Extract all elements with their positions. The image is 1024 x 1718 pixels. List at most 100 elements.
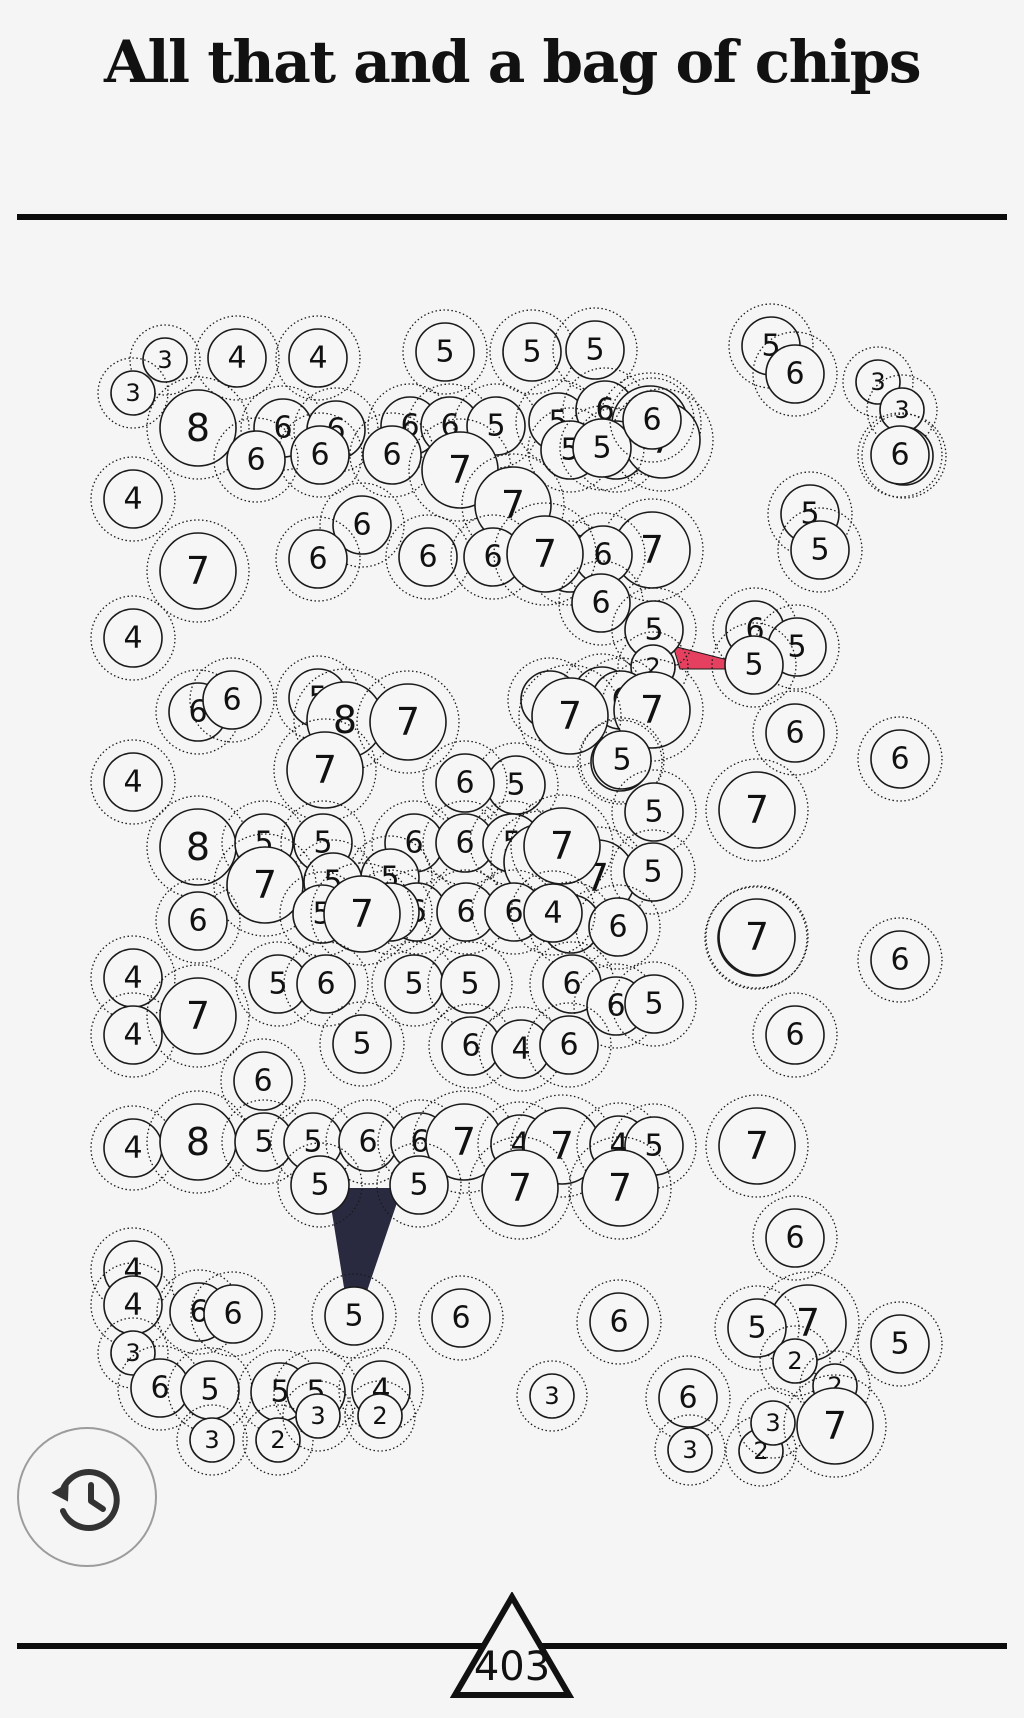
history-button[interactable] <box>17 1427 157 1567</box>
chip[interactable]: 5 <box>427 941 513 1027</box>
chip[interactable]: 4 <box>90 739 176 825</box>
chip[interactable]: 6 <box>752 992 838 1078</box>
chip[interactable]: 7 <box>783 1374 887 1478</box>
chip-value: 5 <box>810 533 829 568</box>
chip-value: 5 <box>310 1168 329 1203</box>
chip-value: 6 <box>358 1125 377 1160</box>
chip-value: 5 <box>344 1299 363 1334</box>
chip-value: 6 <box>890 943 909 978</box>
chip-value: 5 <box>592 431 611 466</box>
chip-value: 5 <box>644 795 663 830</box>
chip[interactable]: 3 <box>97 357 169 429</box>
chip-value: 3 <box>544 1382 559 1410</box>
chip-value: 6 <box>890 742 909 777</box>
chip-value: 6 <box>188 904 207 939</box>
chip[interactable]: 6 <box>752 1195 838 1281</box>
chip-value: 4 <box>227 341 246 376</box>
chip-value: 6 <box>642 403 661 438</box>
chip-value: 4 <box>123 1131 142 1166</box>
chip-value: 6 <box>609 1305 628 1340</box>
chip-value: 5 <box>409 1168 428 1203</box>
chip-value: 6 <box>382 438 401 473</box>
chip[interactable]: 4 <box>90 595 176 681</box>
chip-value: 2 <box>787 1347 802 1375</box>
chip[interactable]: 6 <box>190 1271 276 1357</box>
chip-value: 3 <box>125 379 140 407</box>
chip[interactable]: 5 <box>489 309 575 395</box>
chip-value: 5 <box>644 1129 663 1164</box>
chip-value: 5 <box>744 648 763 683</box>
chip[interactable]: 6 <box>283 941 369 1027</box>
chip[interactable]: 5 <box>311 1273 397 1359</box>
chip-value: 5 <box>404 967 423 1002</box>
chip[interactable]: 6 <box>418 1275 504 1361</box>
chip[interactable]: 6 <box>576 1279 662 1365</box>
chip-value: 7 <box>313 748 337 792</box>
chip-value: 4 <box>123 765 142 800</box>
chip-value: 6 <box>483 540 502 575</box>
chip-value: 6 <box>591 586 610 621</box>
chip-value: 6 <box>308 542 327 577</box>
chip-value: 4 <box>123 482 142 517</box>
chip-value: 6 <box>418 540 437 575</box>
chip[interactable]: 7 <box>705 1094 809 1198</box>
chip-value: 4 <box>123 621 142 656</box>
chip-value: 5 <box>435 335 454 370</box>
chip[interactable]: 3 <box>516 1360 588 1432</box>
chip[interactable]: 7 <box>356 670 460 774</box>
chip-value: 7 <box>186 549 210 593</box>
chip-value: 7 <box>640 528 664 572</box>
chip-value: 7 <box>186 994 210 1038</box>
chip-value: 7 <box>558 694 582 738</box>
score-value: 403 <box>473 1644 551 1690</box>
chip[interactable]: 6 <box>385 514 471 600</box>
chip-value: 7 <box>745 915 769 959</box>
chip-value: 6 <box>253 1064 272 1099</box>
chip-value: 6 <box>150 1371 169 1406</box>
chip-value: 5 <box>890 1327 909 1362</box>
chip[interactable]: 5 <box>857 1301 943 1387</box>
chip[interactable]: 7 <box>146 519 250 623</box>
chip-value: 6 <box>461 1029 480 1064</box>
chip[interactable]: 6 <box>752 331 838 417</box>
chip-value: 4 <box>123 1018 142 1053</box>
chip-value: 7 <box>823 1404 847 1448</box>
chip-value: 6 <box>456 895 475 930</box>
chip-value: 7 <box>350 892 374 936</box>
chip-value: 6 <box>785 1221 804 1256</box>
chip-value: 4 <box>308 341 327 376</box>
chip-value: 5 <box>644 613 663 648</box>
chip-value: 7 <box>508 1166 532 1210</box>
chip-value: 7 <box>396 700 420 744</box>
chip[interactable]: 6 <box>857 412 943 498</box>
chip[interactable]: 6 <box>857 917 943 1003</box>
chip[interactable]: 5 <box>402 309 488 395</box>
chip-value: 6 <box>785 716 804 751</box>
chip-value: 6 <box>246 443 265 478</box>
chip[interactable]: 5 <box>611 769 697 855</box>
chip-value: 5 <box>506 768 525 803</box>
chip-value: 7 <box>448 448 472 492</box>
chip[interactable]: 6 <box>752 690 838 776</box>
chip-value: 6 <box>562 967 581 1002</box>
chip-value: 3 <box>157 346 172 374</box>
chip-value: 3 <box>765 1409 780 1437</box>
chip-value: 3 <box>894 396 909 424</box>
chip-value: 5 <box>747 1311 766 1346</box>
chip-value: 6 <box>785 1018 804 1053</box>
chip[interactable]: 4 <box>275 315 361 401</box>
chip-value: 6 <box>606 989 625 1024</box>
chip[interactable]: 4 <box>90 456 176 542</box>
chip[interactable]: 4 <box>194 315 280 401</box>
chip[interactable]: 6 <box>422 740 508 826</box>
score-indicator: 403 <box>449 1591 575 1700</box>
chip-value: 7 <box>550 824 574 868</box>
chip-value: 2 <box>270 1426 285 1454</box>
chip-value: 7 <box>501 483 525 527</box>
chip-value: 8 <box>186 406 210 450</box>
chip[interactable]: 5 <box>777 507 863 593</box>
chip[interactable]: 5 <box>319 1001 405 1087</box>
chip-value: 7 <box>533 532 557 576</box>
chip-value: 7 <box>745 788 769 832</box>
chip[interactable]: 6 <box>857 716 943 802</box>
